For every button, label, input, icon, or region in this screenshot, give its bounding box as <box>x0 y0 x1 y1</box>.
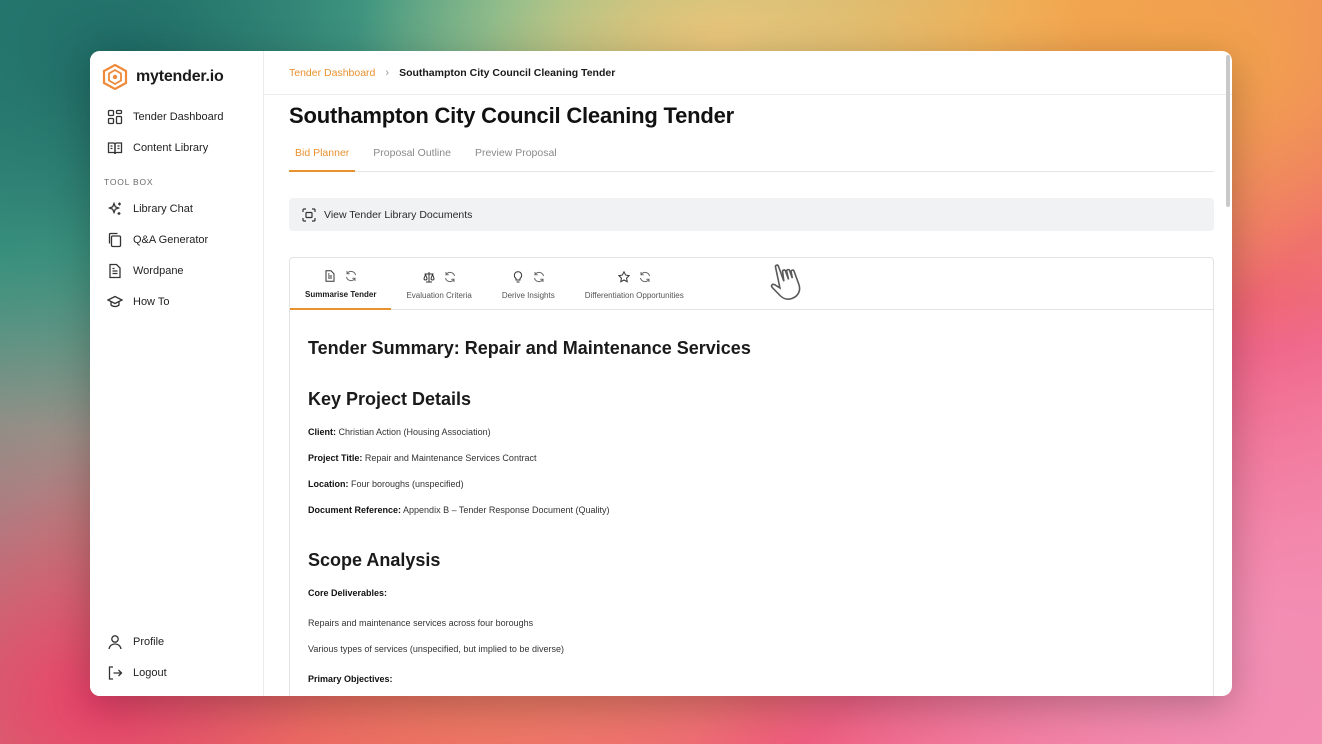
core-deliverables-label: Core Deliverables: <box>308 580 1195 606</box>
breadcrumb: Tender Dashboard › Southampton City Coun… <box>264 51 1232 95</box>
copy-icon <box>108 232 122 247</box>
app-window: mytender.io Tender Dashboard Content Lib… <box>90 51 1232 696</box>
sidebar-item-profile[interactable]: Profile <box>90 626 263 657</box>
book-icon <box>107 141 123 154</box>
section-heading-key-details: Key Project Details <box>308 389 472 409</box>
detail-location: Location: Four boroughs (unspecified) <box>308 471 1195 497</box>
view-library-documents-label: View Tender Library Documents <box>324 208 473 221</box>
tool-tab-label: Evaluation Criteria <box>406 290 472 300</box>
bid-planner-card: Summarise Tender Evaluation Criteria Der… <box>289 257 1214 696</box>
refresh-icon[interactable] <box>533 271 545 283</box>
star-icon <box>617 270 630 283</box>
sidebar: mytender.io Tender Dashboard Content Lib… <box>90 51 264 696</box>
detail-value: Repair and Maintenance Services Contract <box>362 453 537 463</box>
breadcrumb-parent-link[interactable]: Tender Dashboard <box>289 67 375 79</box>
lightbulb-icon <box>513 270 522 282</box>
tender-summary-document: Tender Summary: Repair and Maintenance S… <box>290 310 1213 692</box>
document-icon <box>109 263 121 278</box>
file-text-icon <box>325 269 335 282</box>
scrollbar-thumb[interactable] <box>1226 55 1230 207</box>
detail-key: Document Reference: <box>308 505 402 515</box>
detail-value: Christian Action (Housing Association) <box>336 427 491 437</box>
detail-project-title: Project Title: Repair and Maintenance Se… <box>308 445 1195 471</box>
sidebar-item-label: Library Chat <box>133 202 193 215</box>
sidebar-item-wordpane[interactable]: Wordpane <box>90 255 263 286</box>
grid-icon <box>107 109 123 124</box>
scan-icon <box>302 207 316 222</box>
main-content: Tender Dashboard › Southampton City Coun… <box>264 51 1232 696</box>
list-item: Various types of services (unspecified, … <box>308 644 564 654</box>
sidebar-item-label: Content Library <box>133 141 209 154</box>
tool-tab-label: Derive Insights <box>501 290 555 300</box>
document-title: Tender Summary: Repair and Maintenance S… <box>308 338 751 358</box>
sidebar-item-how-to[interactable]: How To <box>90 286 263 317</box>
chevron-right-icon: › <box>385 66 390 79</box>
sidebar-item-qa-generator[interactable]: Q&A Generator <box>90 224 263 255</box>
section-heading-scope-analysis: Scope Analysis <box>308 550 441 570</box>
sidebar-item-library-chat[interactable]: Library Chat <box>90 193 263 224</box>
tool-tab-label: Differentiation Opportunities <box>584 290 684 300</box>
page-tabs: Bid Planner Proposal Outline Preview Pro… <box>289 145 1214 172</box>
detail-key: Project Title: <box>308 453 363 463</box>
detail-document-reference: Document Reference: Appendix B – Tender … <box>308 497 1195 523</box>
refresh-icon[interactable] <box>345 270 357 282</box>
detail-value: Appendix B – Tender Response Document (Q… <box>401 505 610 515</box>
tool-tab-derive-insights[interactable]: Derive Insights <box>487 258 570 310</box>
toolbox-section-label: TOOL BOX <box>104 177 154 187</box>
logout-icon <box>108 665 123 680</box>
sparkle-icon <box>107 201 121 215</box>
graduation-cap-icon <box>107 295 123 307</box>
detail-key: Location: <box>308 479 349 489</box>
tab-bid-planner[interactable]: Bid Planner <box>289 145 356 172</box>
tab-proposal-outline[interactable]: Proposal Outline <box>367 145 457 172</box>
sidebar-item-content-library[interactable]: Content Library <box>90 132 263 163</box>
view-library-documents-button[interactable]: View Tender Library Documents <box>289 198 1214 231</box>
page-title: Southampton City Council Cleaning Tender <box>289 103 735 128</box>
sidebar-item-logout[interactable]: Logout <box>90 657 263 688</box>
subheading: Primary Objectives: <box>308 674 393 684</box>
refresh-icon[interactable] <box>444 271 456 283</box>
sidebar-item-tender-dashboard[interactable]: Tender Dashboard <box>90 101 263 132</box>
sidebar-item-label: Q&A Generator <box>133 233 209 246</box>
user-icon <box>108 634 122 649</box>
sidebar-item-label: Tender Dashboard <box>133 110 224 123</box>
tool-tab-label: Summarise Tender <box>305 289 377 299</box>
brand-name: mytender.io <box>136 68 224 85</box>
list-item: Repairs and maintenance services across … <box>308 618 534 628</box>
refresh-icon[interactable] <box>639 271 651 283</box>
sidebar-item-label: Wordpane <box>133 264 184 277</box>
scale-icon <box>423 271 435 282</box>
sidebar-item-label: Logout <box>133 666 167 679</box>
detail-value: Four boroughs (unspecified) <box>348 479 464 489</box>
tool-tabs: Summarise Tender Evaluation Criteria Der… <box>290 258 1213 310</box>
brand-logo-icon <box>102 64 128 90</box>
primary-objectives-label: Primary Objectives: <box>308 666 1195 692</box>
subheading: Core Deliverables: <box>308 588 388 598</box>
detail-client: Client: Christian Action (Housing Associ… <box>308 419 1195 445</box>
tool-tab-differentiation-opportunities[interactable]: Differentiation Opportunities <box>570 258 699 310</box>
hand-cursor-icon <box>770 264 801 301</box>
detail-key: Client: <box>308 427 336 437</box>
sidebar-item-label: How To <box>133 295 170 308</box>
tool-tab-summarise-tender[interactable]: Summarise Tender <box>290 258 392 310</box>
tool-tab-evaluation-criteria[interactable]: Evaluation Criteria <box>391 258 486 310</box>
sidebar-item-label: Profile <box>133 635 165 648</box>
brand[interactable]: mytender.io <box>90 51 263 95</box>
breadcrumb-current: Southampton City Council Cleaning Tender <box>399 66 616 79</box>
tab-preview-proposal[interactable]: Preview Proposal <box>469 145 563 172</box>
